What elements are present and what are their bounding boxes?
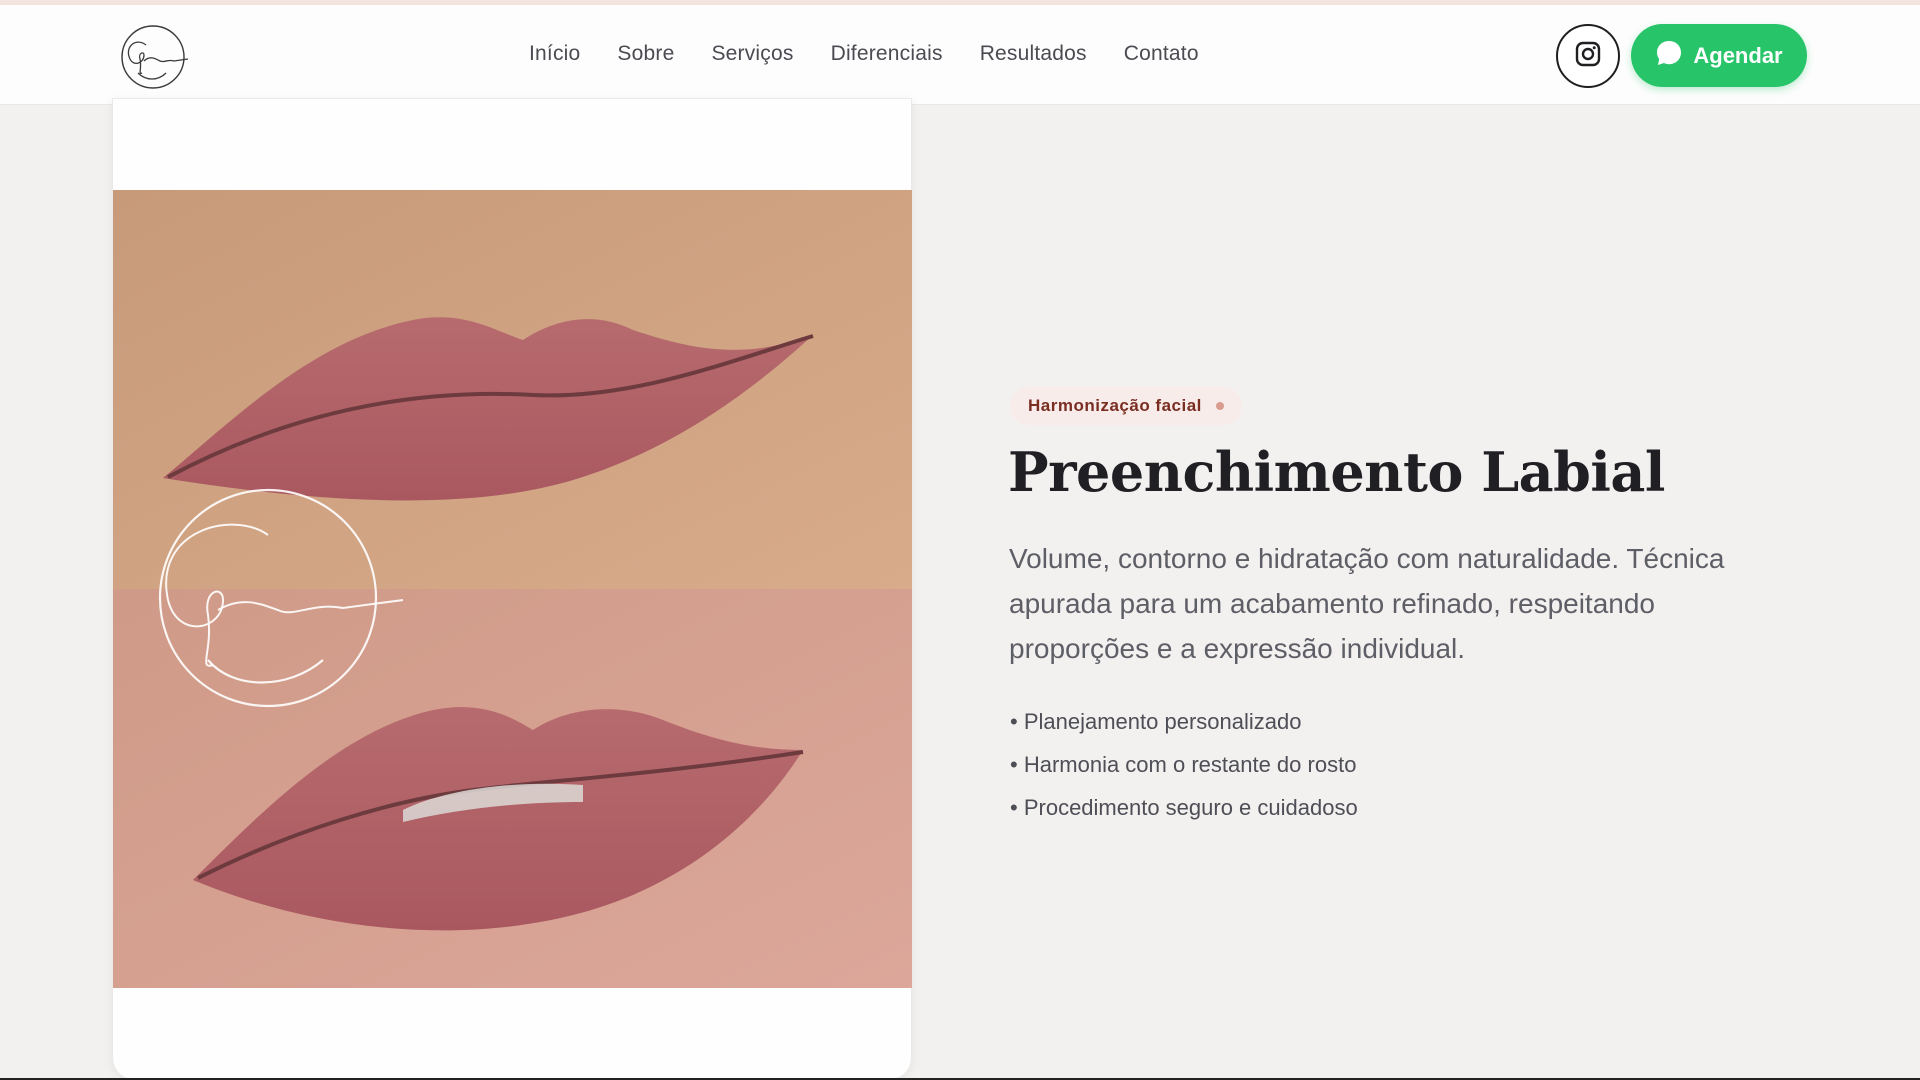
logo-icon[interactable] xyxy=(118,23,192,89)
result-card xyxy=(112,98,912,1080)
instagram-icon xyxy=(1575,41,1601,72)
tag-dot xyxy=(1215,402,1224,410)
instagram-button[interactable] xyxy=(1556,24,1620,88)
list-item: Planejamento personalizado xyxy=(1010,707,1358,750)
nav-link-inicio[interactable]: Início xyxy=(529,42,580,66)
main-nav: Início Sobre Serviços Diferenciais Resul… xyxy=(529,42,1199,66)
category-tag: Harmonização facial xyxy=(1010,387,1242,425)
service-description: Volume, contorno e hidratação com natura… xyxy=(1009,543,1725,664)
nav-link-contato[interactable]: Contato xyxy=(1124,42,1199,66)
nav-link-resultados[interactable]: Resultados xyxy=(980,42,1087,66)
navbar: Início Sobre Serviços Diferenciais Resul… xyxy=(0,5,1920,105)
whatsapp-icon xyxy=(1655,39,1683,73)
nav-link-diferenciais[interactable]: Diferenciais xyxy=(831,42,943,66)
page-title: Preenchimento Labial xyxy=(1008,440,1665,504)
schedule-button[interactable]: Agendar xyxy=(1631,24,1807,87)
category-tag-label: Harmonização facial xyxy=(1028,396,1202,415)
list-item: Procedimento seguro e cuidadoso xyxy=(1010,793,1358,836)
nav-link-sobre[interactable]: Sobre xyxy=(617,42,674,66)
schedule-button-label: Agendar xyxy=(1693,42,1783,68)
nav-link-servicos[interactable]: Serviços xyxy=(711,42,793,66)
feature-list: Planejamento personalizado Harmonia com … xyxy=(1010,707,1358,836)
list-item: Harmonia com o restante do rosto xyxy=(1010,750,1358,793)
before-after-photo xyxy=(113,190,912,988)
